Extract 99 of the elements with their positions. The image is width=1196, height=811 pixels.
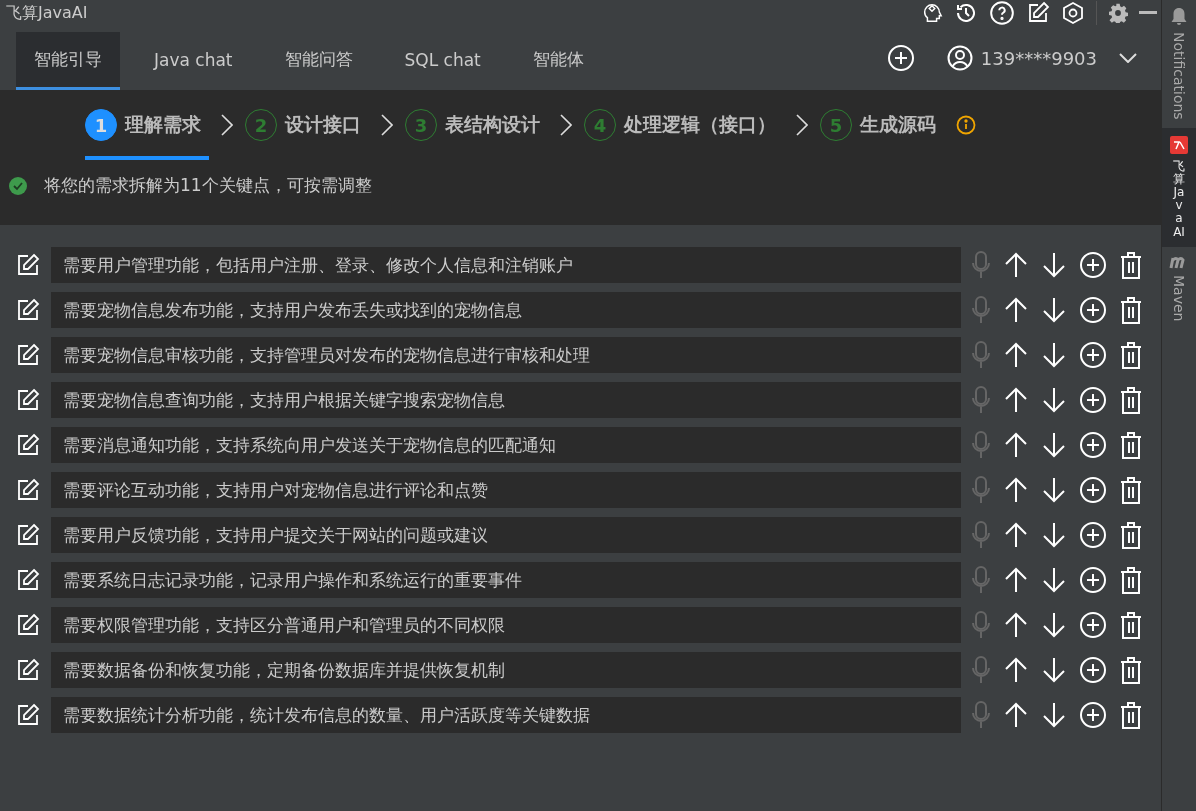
requirement-field[interactable]: 需要宠物信息审核功能，支持管理员对发布的宠物信息进行审核和处理 [51, 337, 961, 373]
edit-icon[interactable] [16, 253, 40, 277]
edit-icon[interactable] [16, 433, 40, 457]
edit-icon[interactable] [16, 703, 40, 727]
trash-icon[interactable] [1119, 341, 1143, 369]
edit-icon[interactable] [16, 568, 40, 592]
trash-icon[interactable] [1119, 656, 1143, 684]
arrow-up-icon[interactable] [1003, 342, 1029, 368]
trash-icon[interactable] [1119, 476, 1143, 504]
arrow-up-icon[interactable] [1003, 567, 1029, 593]
edit-icon[interactable] [16, 298, 40, 322]
add-icon[interactable] [1079, 341, 1107, 369]
trash-icon[interactable] [1119, 386, 1143, 414]
brain-head-icon[interactable] [921, 2, 944, 24]
add-icon[interactable] [1079, 521, 1107, 549]
arrow-down-icon[interactable] [1041, 522, 1067, 548]
trash-icon[interactable] [1119, 611, 1143, 639]
arrow-up-icon[interactable] [1003, 432, 1029, 458]
chevron-down-icon[interactable] [1119, 53, 1138, 63]
arrow-down-icon[interactable] [1041, 432, 1067, 458]
edit-icon[interactable] [16, 343, 40, 367]
requirement-field[interactable]: 需要数据统计分析功能，统计发布信息的数量、用户活跃度等关键数据 [51, 697, 961, 733]
add-icon[interactable] [1079, 431, 1107, 459]
chevron-right-icon [796, 114, 808, 136]
requirement-field[interactable]: 需要宠物信息发布功能，支持用户发布丢失或找到的宠物信息 [51, 292, 961, 328]
settings-icon[interactable] [1108, 3, 1129, 23]
help-icon[interactable] [989, 0, 1016, 26]
check-circle-icon [8, 175, 28, 196]
requirement-field[interactable]: 需要消息通知功能，支持系统向用户发送关于宠物信息的匹配通知 [51, 427, 961, 463]
arrow-up-icon[interactable] [1003, 387, 1029, 413]
step-tab[interactable]: 4 处理逻辑（接口） [584, 90, 784, 160]
side-tab[interactable]: Notifications [1162, 0, 1196, 128]
tab[interactable]: SQL chat [386, 32, 499, 90]
edit-icon[interactable] [1026, 1, 1051, 25]
trash-icon[interactable] [1119, 566, 1143, 594]
chevron-right-icon [560, 114, 572, 136]
add-icon[interactable] [1079, 566, 1107, 594]
hexagon-nut-icon[interactable] [1061, 1, 1086, 25]
chevron-right-icon [221, 114, 233, 136]
requirement-field[interactable]: 需要评论互动功能，支持用户对宠物信息进行评论和点赞 [51, 472, 961, 508]
requirement-field[interactable]: 需要系统日志记录功能，记录用户操作和系统运行的重要事件 [51, 562, 961, 598]
arrow-down-icon[interactable] [1041, 657, 1067, 683]
arrow-up-icon[interactable] [1003, 477, 1029, 503]
step-tab[interactable]: 2 设计接口 [245, 90, 369, 160]
trash-icon[interactable] [1119, 521, 1143, 549]
add-icon[interactable] [1079, 701, 1107, 729]
arrow-up-icon[interactable] [1003, 297, 1029, 323]
window-title: 飞算JavaAI [6, 2, 88, 24]
arrow-down-icon[interactable] [1041, 702, 1067, 728]
add-icon[interactable] [1079, 656, 1107, 684]
step-tab[interactable]: 5 生成源码 [820, 90, 944, 160]
edit-icon[interactable] [16, 478, 40, 502]
add-icon[interactable] [1079, 296, 1107, 324]
add-icon[interactable] [1079, 251, 1107, 279]
add-icon[interactable] [1079, 386, 1107, 414]
arrow-down-icon[interactable] [1041, 387, 1067, 413]
requirement-field[interactable]: 需要权限管理功能，支持区分普通用户和管理员的不同权限 [51, 607, 961, 643]
minimize-icon[interactable] [1139, 11, 1158, 15]
side-tab[interactable]: 飞算JavaAI [1162, 127, 1196, 247]
arrow-down-icon[interactable] [1041, 567, 1067, 593]
trash-icon[interactable] [1119, 296, 1143, 324]
edit-icon[interactable] [16, 388, 40, 412]
requirement-field[interactable]: 需要数据备份和恢复功能，定期备份数据库并提供恢复机制 [51, 652, 961, 688]
trash-icon[interactable] [1119, 431, 1143, 459]
arrow-up-icon[interactable] [1003, 612, 1029, 638]
account-phone[interactable]: 139****9903 [980, 47, 1098, 69]
add-icon[interactable] [886, 44, 915, 72]
tab[interactable]: Java chat [136, 32, 251, 90]
edit-icon[interactable] [16, 658, 40, 682]
requirement-field[interactable]: 需要用户管理功能，包括用户注册、登录、修改个人信息和注销账户 [51, 247, 961, 283]
side-tab[interactable]: Maven [1162, 246, 1196, 330]
edit-icon[interactable] [16, 613, 40, 637]
arrow-down-icon[interactable] [1041, 477, 1067, 503]
arrow-up-icon[interactable] [1003, 522, 1029, 548]
arrow-up-icon[interactable] [1003, 702, 1029, 728]
bell-icon [1171, 8, 1187, 26]
arrow-up-icon[interactable] [1003, 657, 1029, 683]
logo-icon [1170, 135, 1188, 154]
add-icon[interactable] [1079, 611, 1107, 639]
arrow-down-icon[interactable] [1041, 342, 1067, 368]
tab[interactable]: 智能体 [514, 32, 602, 90]
user-avatar-icon[interactable] [946, 45, 973, 71]
step-tab[interactable]: 1 理解需求 [85, 90, 209, 160]
trash-icon[interactable] [1119, 251, 1143, 279]
tab[interactable]: 智能问答 [266, 32, 371, 90]
tab[interactable]: 智能引导 [16, 32, 120, 90]
arrow-down-icon[interactable] [1041, 612, 1067, 638]
trash-icon[interactable] [1119, 701, 1143, 729]
status-message: 将您的需求拆解为11个关键点，可按需调整 [44, 174, 372, 197]
add-icon[interactable] [1079, 476, 1107, 504]
arrow-down-icon[interactable] [1041, 252, 1067, 278]
requirement-field[interactable]: 需要宠物信息查询功能，支持用户根据关键字搜索宠物信息 [51, 382, 961, 418]
requirement-field[interactable]: 需要用户反馈功能，支持用户提交关于网站的问题或建议 [51, 517, 961, 553]
chevron-right-icon [381, 114, 393, 136]
arrow-down-icon[interactable] [1041, 297, 1067, 323]
info-icon[interactable] [956, 115, 976, 135]
edit-icon[interactable] [16, 523, 40, 547]
arrow-up-icon[interactable] [1003, 252, 1029, 278]
step-tab[interactable]: 3 表结构设计 [405, 90, 548, 160]
